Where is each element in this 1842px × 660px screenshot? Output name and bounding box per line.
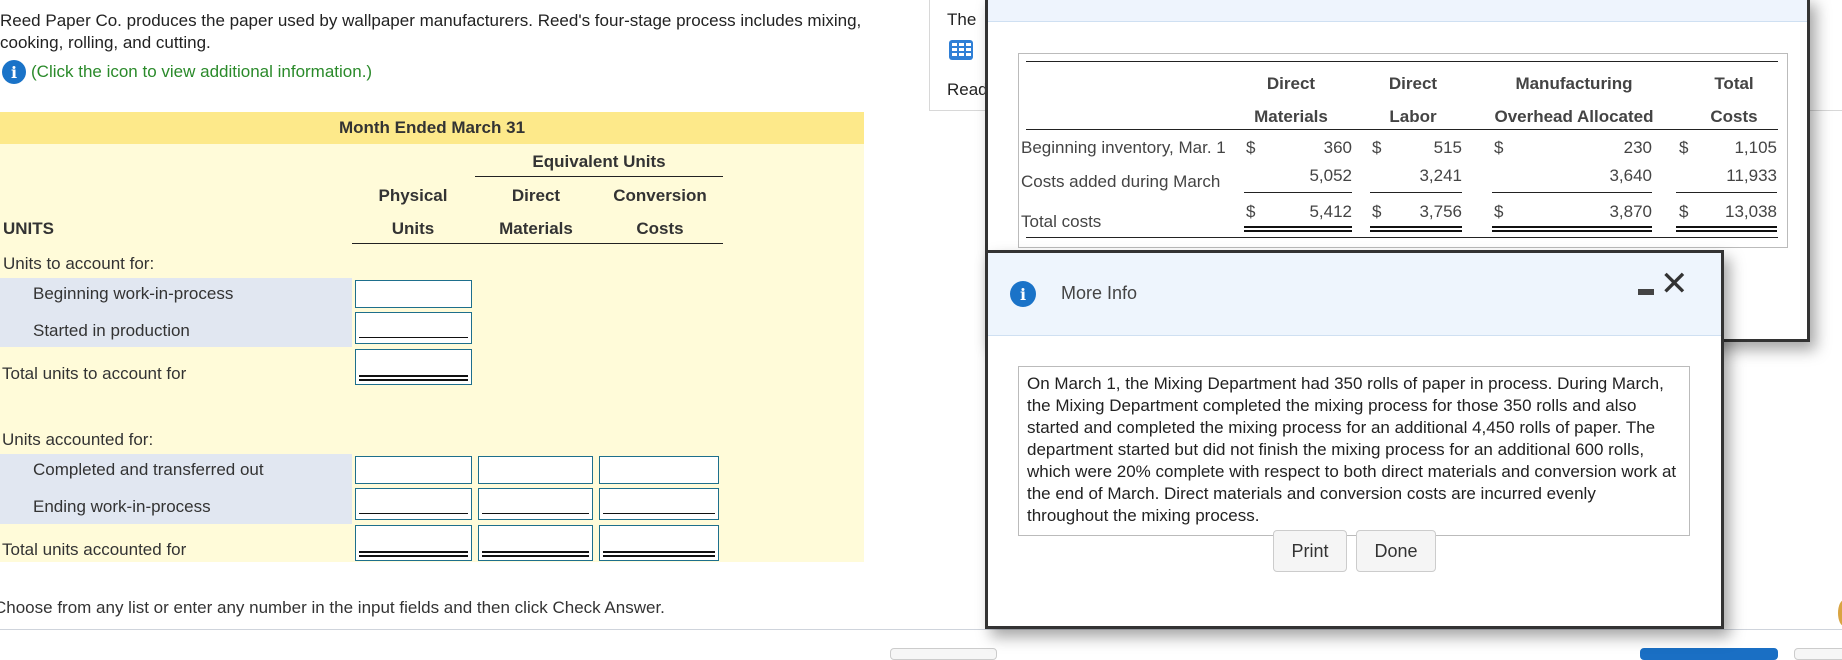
dialog-title: More Info (1061, 283, 1138, 303)
row-label-total-to-account: Total units to account for (2, 364, 187, 383)
cost-header-total-1: Total (1714, 74, 1754, 93)
question-text: Reed Paper Co. produces the paper used b… (0, 11, 862, 52)
input-started-physical[interactable] (355, 312, 472, 344)
cost-header-dm-2: Materials (1254, 107, 1328, 126)
currency-sign: $ (1372, 138, 1382, 157)
header-bottom-rule (352, 243, 723, 244)
currency-sign: $ (1679, 202, 1689, 221)
currency-sign: $ (1494, 202, 1504, 221)
cost-header-moh-2: Overhead Allocated (1494, 107, 1654, 126)
more-info-text: On March 1, the Mixing Department had 35… (1018, 366, 1690, 536)
total-double-rule (1492, 226, 1652, 232)
cost-table: Direct Materials Direct Labor Manufactur… (1018, 53, 1788, 248)
footer-button[interactable] (890, 648, 997, 660)
cost-header-total-2: Costs (1710, 107, 1758, 126)
cost-value: 5,052 (1309, 166, 1352, 185)
cost-row-label: Costs added during March (1021, 172, 1221, 191)
cost-value: 3,241 (1419, 166, 1462, 185)
col-cc-line2: Costs (636, 219, 684, 238)
additional-info-link[interactable]: i (Click the icon to view additional inf… (2, 60, 372, 84)
additional-info-text[interactable]: (Click the icon to view additional infor… (31, 62, 372, 82)
subtotal-rule (1492, 192, 1652, 193)
done-button[interactable]: Done (1356, 530, 1436, 572)
worksheet-period-header: Month Ended March 31 (0, 112, 864, 144)
currency-sign: $ (1679, 138, 1689, 157)
side-read-text: Read (947, 80, 988, 99)
col-cc-line1: Conversion (613, 186, 707, 205)
cost-value: 360 (1323, 138, 1352, 157)
header-rule (1026, 129, 1778, 130)
footer-divider (0, 629, 1842, 630)
total-double-rule (1676, 226, 1777, 232)
col-dm-line2: Materials (499, 219, 573, 238)
units-section-label: UNITS (3, 219, 54, 238)
help-badge-icon[interactable] (1838, 600, 1842, 626)
table-bottom-rule (1026, 237, 1778, 238)
units-accounted-header: Units accounted for: (2, 430, 154, 449)
input-beginning-wip-physical[interactable] (355, 280, 472, 308)
col-dm-line1: Direct (511, 186, 561, 205)
col-physical-line1: Physical (378, 186, 448, 205)
data-table-icon[interactable] (949, 40, 973, 60)
cost-header-dl-2: Labor (1389, 107, 1437, 126)
input-total-accounted-cc[interactable] (599, 525, 719, 561)
input-ending-cc[interactable] (599, 488, 719, 520)
subtotal-rule (1676, 192, 1777, 193)
cost-row-label: Total costs (1021, 212, 1102, 231)
cost-header-dl-1: Direct (1388, 74, 1438, 93)
table-top-rule (1026, 61, 1778, 62)
check-answer-button[interactable] (1640, 648, 1778, 660)
more-info-dialog: i More Info ✕ On March 1, the Mixing Dep… (985, 250, 1724, 629)
header-rule (475, 176, 723, 177)
cost-value: 230 (1623, 138, 1652, 157)
input-total-to-account-physical[interactable] (355, 349, 472, 385)
input-ending-physical[interactable] (355, 488, 472, 520)
row-label-ending-wip: Ending work-in-process (33, 497, 211, 516)
input-ending-dm[interactable] (478, 488, 593, 520)
panel-divider (929, 0, 930, 110)
close-icon[interactable]: ✕ (1660, 267, 1689, 301)
input-completed-cc[interactable] (599, 456, 719, 484)
row-label-beginning-wip: Beginning work-in-process (33, 284, 234, 303)
cost-value: 3,640 (1609, 166, 1652, 185)
cost-header-dm-1: Direct (1266, 74, 1316, 93)
subtotal-rule (1370, 192, 1462, 193)
cost-value: 3,870 (1609, 202, 1652, 221)
info-icon: i (1010, 281, 1036, 307)
currency-sign: $ (1372, 202, 1382, 221)
row-label-started: Started in production (33, 321, 190, 340)
print-button[interactable]: Print (1273, 530, 1347, 572)
input-completed-physical[interactable] (355, 456, 472, 484)
cost-header-moh-1: Manufacturing (1515, 74, 1633, 93)
dialog-header: i More Info ✕ (988, 253, 1721, 336)
side-text: The (947, 10, 977, 29)
row-label-total-accounted: Total units accounted for (2, 540, 187, 559)
equivalent-units-header: Equivalent Units (532, 152, 666, 171)
col-physical-line2: Units (391, 219, 435, 238)
cost-value: 13,038 (1725, 202, 1777, 221)
cost-row-label: Beginning inventory, Mar. 1 (1021, 138, 1226, 157)
subtotal-rule (1244, 192, 1352, 193)
units-to-account-header: Units to account for: (3, 254, 155, 273)
currency-sign: $ (1246, 138, 1256, 157)
cost-value: 3,756 (1419, 202, 1462, 221)
footer-button-secondary[interactable] (1794, 648, 1842, 660)
popup-header (988, 0, 1807, 22)
input-total-accounted-dm[interactable] (478, 525, 593, 561)
currency-sign: $ (1494, 138, 1504, 157)
info-icon[interactable]: i (2, 60, 26, 84)
row-label-completed: Completed and transferred out (33, 460, 264, 479)
cost-value: 11,933 (1726, 166, 1777, 185)
cost-value: 515 (1433, 138, 1462, 157)
cost-value: 1,105 (1734, 138, 1777, 157)
total-double-rule (1370, 226, 1462, 232)
instruction-text: Choose from any list or enter any number… (0, 598, 665, 617)
currency-sign: $ (1246, 202, 1256, 221)
cost-value: 5,412 (1309, 202, 1352, 221)
total-double-rule (1244, 226, 1352, 232)
minimize-icon[interactable] (1638, 289, 1654, 295)
input-total-accounted-physical[interactable] (355, 525, 472, 561)
input-completed-dm[interactable] (478, 456, 593, 484)
